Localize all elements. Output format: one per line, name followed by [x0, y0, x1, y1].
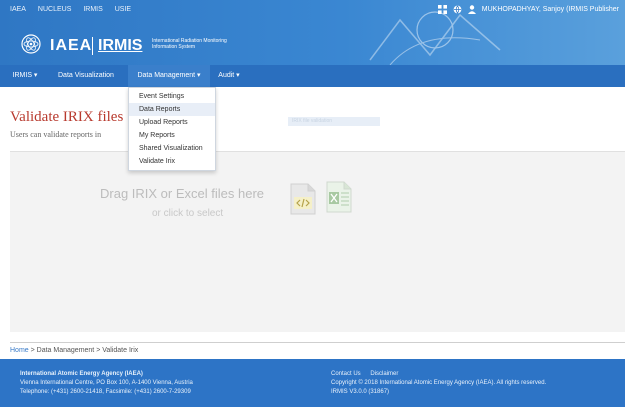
footer-phone: Telephone: (+431) 2600-21418, Facsimile:… — [20, 389, 191, 395]
footer-org-name: International Atomic Energy Agency (IAEA… — [20, 371, 143, 377]
footer-address: Vienna International Centre, PO Box 100,… — [20, 380, 193, 386]
nav-item-audit[interactable]: Audit ▾ — [214, 65, 244, 87]
user-name[interactable]: MUKHOPADHYAY, Sanjoy (IRMIS Publisher — [482, 6, 619, 13]
nav-item-data-management[interactable]: Data Management ▾ — [128, 65, 210, 87]
breadcrumb-divider — [10, 342, 625, 343]
top-link-nucleus[interactable]: NUCLEUS — [38, 6, 71, 13]
nav-item-data-visualization[interactable]: Data Visualization — [58, 65, 128, 87]
data-management-dropdown: Event Settings Data Reports Upload Repor… — [128, 87, 216, 171]
breadcrumb-home[interactable]: Home — [10, 347, 29, 354]
top-header: IAEA NUCLEUS IRMIS USIE IAEA IRMIS Inter… — [0, 0, 625, 65]
footer-contact-link[interactable]: Contact Us — [331, 371, 361, 377]
main-nav: IRMIS ▾ Data Visualization Data Manageme… — [0, 65, 625, 87]
iaea-emblem-icon — [21, 34, 41, 54]
page-subtitle: Users can validate reports in — [10, 130, 102, 139]
breadcrumb: Home > Data Management > Validate Irix — [10, 347, 138, 354]
menu-item-validate-irix[interactable]: Validate Irix — [129, 155, 215, 168]
page-title: Validate IRIX files — [10, 109, 124, 125]
top-links: IAEA NUCLEUS IRMIS USIE — [10, 6, 141, 13]
footer: International Atomic Energy Agency (IAEA… — [0, 359, 625, 407]
top-link-irmis[interactable]: IRMIS — [83, 6, 102, 13]
menu-item-event-settings[interactable]: Event Settings — [129, 90, 215, 103]
logo-iaea-text[interactable]: IAEA — [50, 37, 92, 55]
file-dropzone[interactable] — [10, 151, 625, 332]
filter-field[interactable]: IRIX file validation — [288, 117, 380, 126]
user-area: MUKHOPADHYAY, Sanjoy (IRMIS Publisher — [437, 5, 619, 14]
breadcrumb-path: > Data Management > Validate Irix — [28, 347, 139, 354]
logo-separator — [92, 37, 93, 55]
menu-item-my-reports[interactable]: My Reports — [129, 129, 215, 142]
grid-icon[interactable] — [437, 5, 447, 14]
excel-file-icon — [326, 181, 352, 213]
dropzone-main-text: Drag IRIX or Excel files here — [100, 186, 265, 201]
user-icon — [467, 5, 476, 14]
globe-icon[interactable] — [453, 5, 462, 14]
menu-item-shared-visualization[interactable]: Shared Visualization — [129, 142, 215, 155]
top-link-iaea[interactable]: IAEA — [10, 6, 26, 13]
footer-disclaimer-link[interactable]: Disclaimer — [370, 371, 398, 377]
dropzone-sub-text[interactable]: or click to select — [152, 208, 223, 219]
top-link-usie[interactable]: USIE — [115, 6, 131, 13]
logo-subtitle: International Radiation Monitoring Infor… — [152, 38, 227, 50]
menu-item-data-reports[interactable]: Data Reports — [129, 103, 215, 116]
logo-irmis-text[interactable]: IRMIS — [98, 37, 142, 55]
footer-left: International Atomic Energy Agency (IAEA… — [20, 370, 193, 397]
footer-version: IRMIS V3.0.0 (31867) — [331, 389, 390, 395]
nav-item-irmis[interactable]: IRMIS ▾ — [10, 65, 40, 87]
menu-item-upload-reports[interactable]: Upload Reports — [129, 116, 215, 129]
footer-right: Contact Us Disclaimer Copyright © 2018 I… — [331, 370, 546, 397]
xml-file-icon — [290, 183, 316, 215]
footer-copyright: Copyright © 2018 International Atomic En… — [331, 380, 547, 386]
